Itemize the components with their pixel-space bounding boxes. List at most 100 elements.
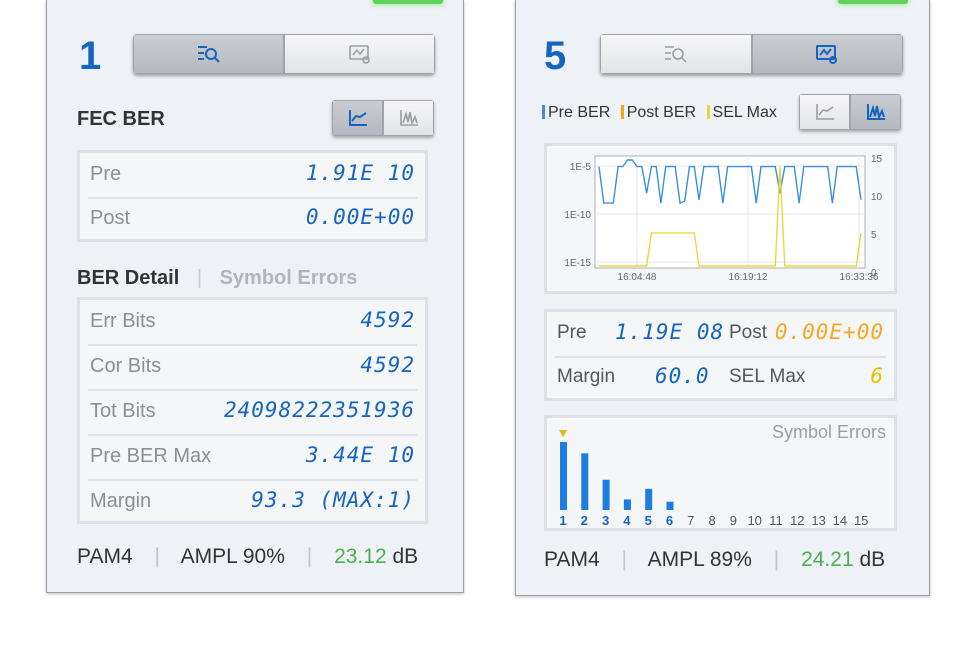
detail-tabs: BER Detail | Symbol Errors (77, 267, 357, 290)
symbol-error-bar (581, 453, 589, 510)
view-toggle (133, 34, 435, 74)
port-number: 1 (79, 34, 102, 78)
footer-divider: | (773, 548, 780, 571)
plot-area (594, 155, 866, 269)
bar-mode-button[interactable] (383, 100, 434, 136)
stats-row: Pre 1.19E 08 Post 0.00E+00 (555, 312, 886, 358)
fec-post-label: Post (90, 207, 131, 229)
margin-value: 93.3 (MAX:1) (251, 488, 415, 512)
detail-row: Pre BER Max 3.44E 10 (88, 435, 417, 481)
category-label: 9 (730, 513, 737, 528)
category-label: 2 (581, 513, 588, 528)
symbol-error-bar (602, 479, 610, 510)
category-label: 7 (687, 513, 694, 528)
pre-value: 1.19E 08 (615, 320, 725, 344)
view-detail-button[interactable] (133, 34, 284, 74)
footer-divider: | (154, 545, 160, 568)
legend-sel: SEL Max (706, 104, 777, 121)
y-left-tick-label: 1E-5 (570, 162, 592, 173)
pre-ber-max-value: 3.44E 10 (305, 443, 415, 467)
err-bits-label: Err Bits (90, 310, 156, 332)
fec-ber-title: FEC BER (77, 108, 165, 130)
line-mode-button[interactable] (799, 94, 850, 130)
fec-pre-value: 1.91E 10 (305, 161, 415, 185)
amplitude: AMPL 89% (647, 548, 752, 571)
footer-status: PAM4 | AMPL 89% | 24.21 dB (544, 548, 885, 572)
detail-row: Cor Bits 4592 (88, 345, 417, 391)
x-tick-label: 16:04:48 (618, 272, 657, 283)
chart-monitor-icon (348, 45, 370, 64)
ber-chart-box: 1E-5 1E-10 1E-15 15 10 5 0 16:04:48 16:19:12 16:3… (544, 143, 897, 294)
legend-post-swatch (620, 105, 624, 119)
bar-chart-icon (866, 104, 885, 121)
margin-value: 60.0 (655, 364, 710, 388)
fec-pre-label: Pre (90, 163, 122, 185)
search-list-icon (197, 46, 220, 63)
margin-label: Margin (90, 490, 152, 512)
category-label: 5 (645, 513, 652, 528)
y-right-tick-label: 15 (871, 154, 883, 165)
category-label: 6 (666, 513, 673, 528)
cor-bits-value: 4592 (360, 353, 415, 377)
tab-divider: | (196, 267, 203, 289)
sel-max-label: SEL Max (729, 366, 806, 387)
stats-row: Margin 60.0 SEL Max 6 (555, 356, 886, 400)
detail-row: Err Bits 4592 (88, 300, 417, 346)
chart-mode-toggle (799, 94, 901, 130)
legend-pre: Pre BER (542, 104, 610, 121)
line-chart-icon (815, 104, 834, 120)
symbol-error-bar (623, 499, 631, 510)
tot-bits-value: 24098222351936 (223, 398, 415, 422)
footer-status: PAM4 | AMPL 90% | 23.12 dB (77, 545, 418, 569)
category-label: 8 (708, 513, 715, 528)
category-label: 3 (602, 513, 609, 528)
tab-symbol-errors[interactable]: Symbol Errors (220, 267, 358, 289)
fec-post-value: 0.00E+00 (305, 205, 415, 229)
fec-mode-toggle (332, 100, 434, 136)
line-mode-button[interactable] (332, 100, 383, 136)
modulation: PAM4 (77, 545, 133, 568)
bar-chart-icon (399, 110, 418, 126)
fec-ber-box: Pre 1.91E 10 Post 0.00E+00 (77, 150, 428, 242)
stats-box: Pre 1.19E 08 Post 0.00E+00 Margin 60.0 S… (544, 309, 897, 401)
category-label: 4 (623, 513, 631, 528)
active-indicator (838, 0, 908, 4)
err-bits-value: 4592 (360, 308, 415, 332)
tab-ber-detail[interactable]: BER Detail (77, 267, 179, 289)
snr-unit: dB (859, 548, 886, 571)
port-panel-1: 1 FEC BER Pre 1.91E 10 Post 0.00E+00 BER… (46, 0, 464, 593)
snr-unit: dB (392, 545, 419, 568)
active-indicator (373, 0, 443, 4)
x-tick-label: 16:19:12 (729, 272, 768, 283)
symbol-errors-title: Symbol Errors (771, 422, 886, 442)
y-right-tick-label: 10 (871, 192, 883, 203)
legend-post: Post BER (620, 104, 696, 121)
view-graph-button[interactable] (284, 34, 435, 74)
category-label: 14 (833, 513, 847, 528)
pre-ber-max-label: Pre BER Max (90, 445, 212, 467)
snr-value: 24.21 (801, 548, 854, 571)
amplitude: AMPL 90% (180, 545, 285, 568)
tot-bits-label: Tot Bits (90, 400, 156, 422)
chart-monitor-icon (816, 45, 838, 64)
category-label: 15 (854, 513, 868, 528)
view-graph-button[interactable] (751, 34, 903, 74)
footer-divider: | (306, 545, 313, 568)
ber-trend-chart: 1E-51E-101E-1515105016:04:48 16:19:12 16:3… (564, 154, 883, 283)
legend-pre-swatch (542, 105, 545, 119)
view-toggle (600, 34, 903, 74)
ber-detail-box: Err Bits 4592 Cor Bits 4592 Tot Bits 240982… (77, 297, 428, 524)
detail-row: Margin 93.3 (MAX:1) (88, 480, 417, 524)
snr-value: 23.12 (334, 545, 387, 568)
port-number: 5 (544, 34, 567, 78)
search-list-icon (664, 46, 687, 63)
pre-label: Pre (557, 322, 587, 343)
symbol-errors-box: Symbol Errors 1 2 3 4 5 6 7 8 9 10 11 12 13 14 15 (544, 415, 897, 531)
category-label: 11 (769, 513, 783, 528)
category-label: 1 (559, 513, 566, 528)
view-detail-button[interactable] (600, 34, 752, 74)
symbol-error-bar (645, 488, 653, 510)
bar-mode-button[interactable] (850, 94, 901, 130)
port-panel-5: 5 Pre BER Post BER SEL Max 1E-5 1E-10 1E-1… (515, 0, 930, 596)
chart-legend: Pre BER Post BER SEL Max (542, 104, 777, 122)
